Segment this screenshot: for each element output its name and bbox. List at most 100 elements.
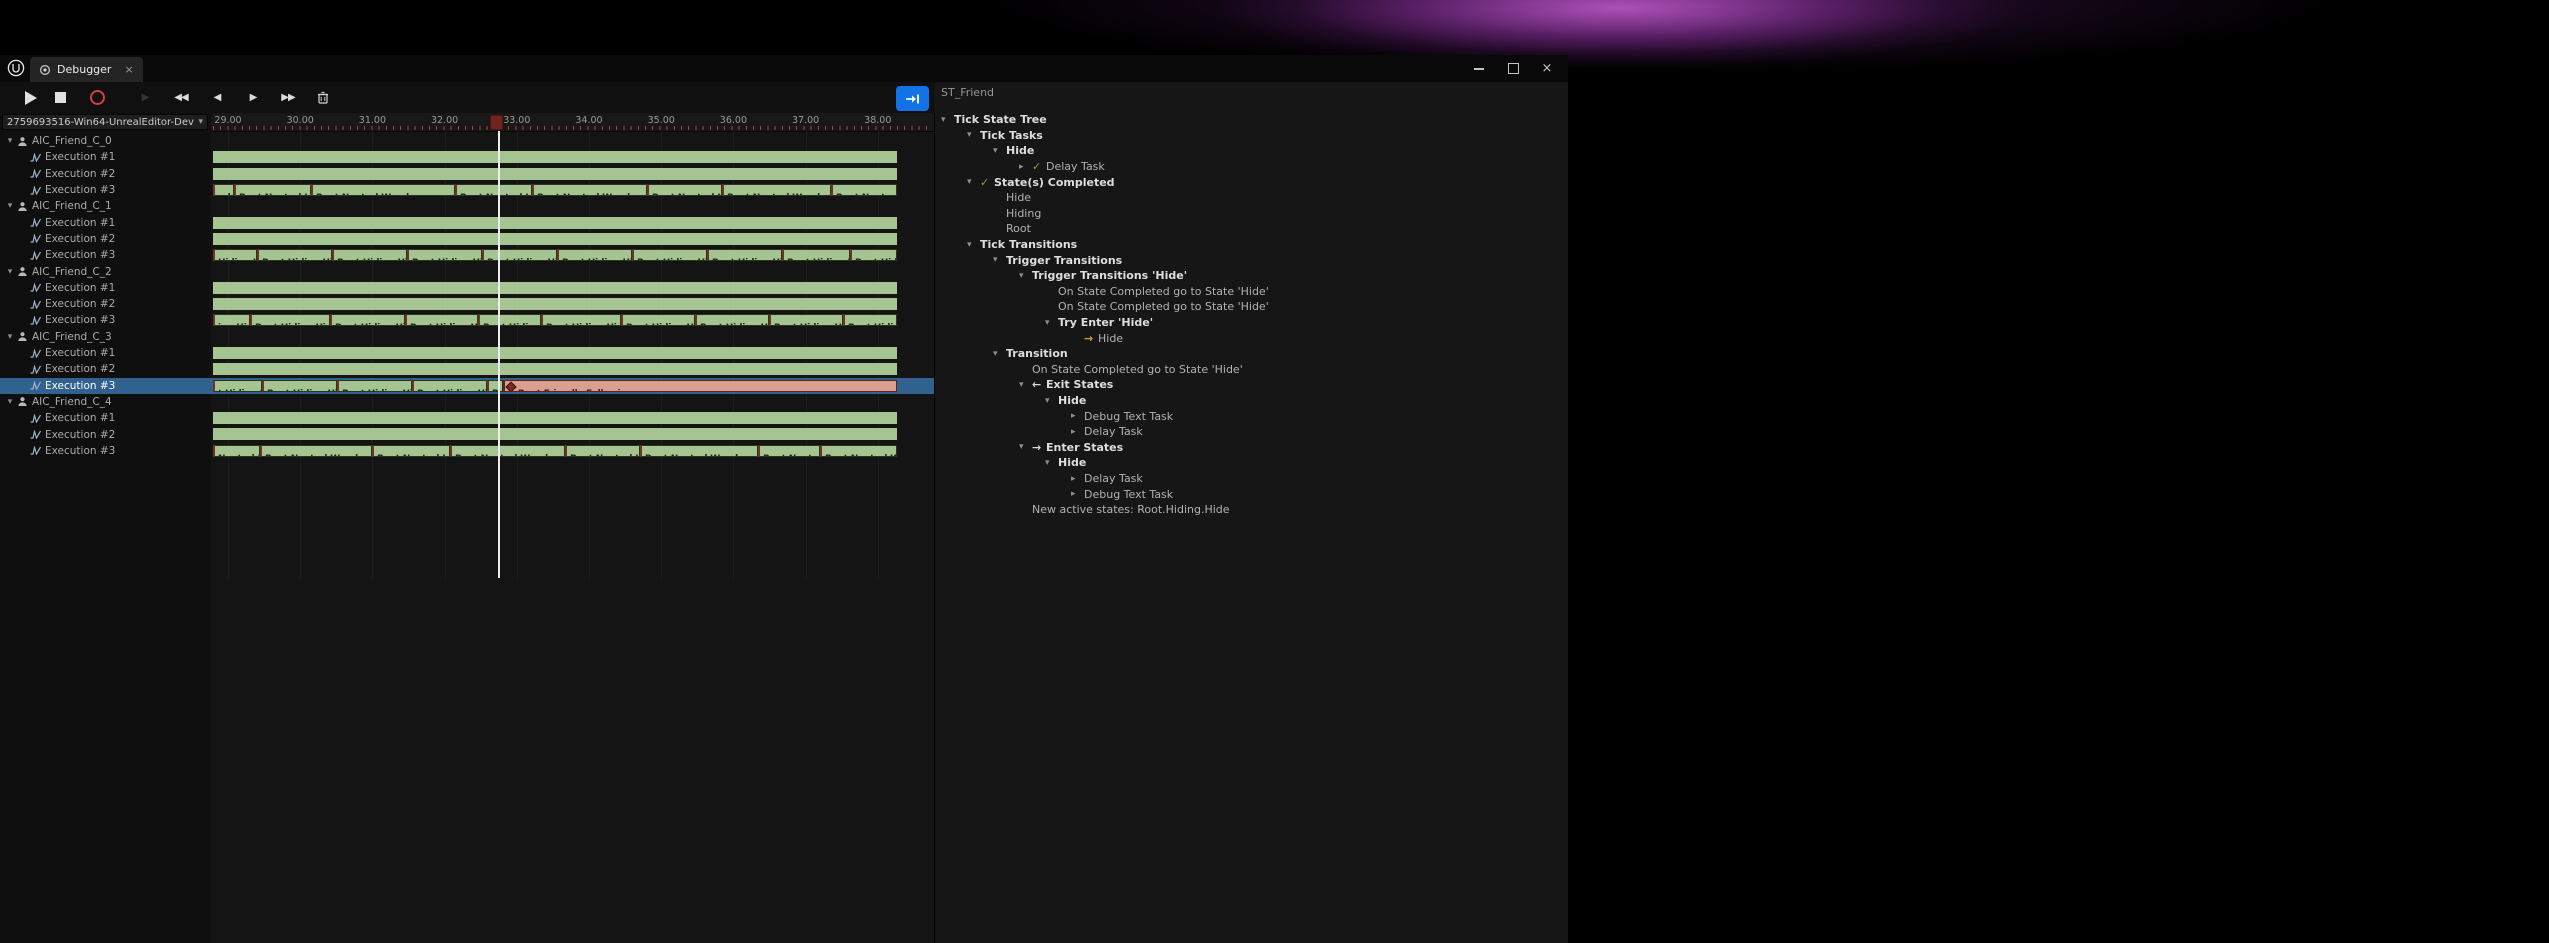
detail-row[interactable]: →Hide [1071,330,1123,346]
execution-row[interactable]: Execution #1 [0,215,211,231]
expander-icon[interactable]: ▸ [1071,427,1084,437]
playhead-handle[interactable] [490,115,503,130]
state-segment[interactable]: Root Hidin [850,249,897,261]
detail-row[interactable]: On State Completed go to State 'Hide' [1045,284,1269,300]
timeline-bar-segments[interactable]: Neutral IdlRoot Neutral WanderRoot Neutr… [213,445,897,457]
instance-row[interactable]: ▾AIC_Friend_C_0 [0,133,211,149]
expander-icon[interactable]: ▾ [941,115,954,125]
execution-row[interactable]: Execution #1 [0,280,211,296]
track-row[interactable] [211,361,934,377]
state-segment[interactable]: Root Neutral Wander [722,184,831,196]
state-segment[interactable]: Hiding Hid [213,249,257,261]
track-row[interactable] [211,231,934,247]
tab-debugger[interactable]: Debugger × [30,57,143,82]
detail-row[interactable]: ▾Trigger Transitions [993,252,1122,268]
track-row[interactable]: ing HidRoot Hiding HideRoot Hiding HidRo… [211,312,934,328]
track-row[interactable]: Neutral IdlRoot Neutral WanderRoot Neutr… [211,443,934,459]
timeline-bar-segments[interactable]: Hiding HidRoot Hiding HidRoot Hiding Hid… [213,249,897,261]
timeline-bar-segments[interactable]: t Hiding HidRoot Hiding HidRoot Hiding H… [213,380,897,392]
expander-icon[interactable]: ▾ [1019,380,1032,390]
state-segment[interactable]: Root Neutral Idl [234,184,311,196]
expander-icon[interactable]: ▾ [993,349,1006,359]
stop-button[interactable] [45,84,75,111]
record-button[interactable] [82,84,112,111]
expander-icon[interactable]: ▾ [1019,271,1032,281]
instance-row[interactable]: ▾AIC_Friend_C_4 [0,394,211,410]
expander-icon[interactable]: ▾ [993,255,1006,265]
execution-row[interactable]: Execution #2 [0,231,211,247]
state-segment[interactable]: Root Neutral Idl [565,445,640,457]
detail-row[interactable]: Hiding [993,206,1041,222]
state-segment[interactable]: Root Neutral Wander [532,184,647,196]
detail-row[interactable]: On State Completed go to State 'Hide' [1045,299,1269,315]
state-segment[interactable]: Root Hiding Hid [707,249,782,261]
state-segment[interactable]: Root Hiding Hid [412,380,487,392]
detail-row[interactable]: ▾Hide [1045,455,1086,471]
execution-row[interactable]: Execution #1 [0,345,211,361]
execution-row[interactable]: Execution #3 [0,378,211,394]
track-row[interactable]: t Hiding HidRoot Hiding HidRoot Hiding H… [211,378,934,394]
detail-row[interactable]: ▸Debug Text Task [1071,486,1173,502]
step-back-button[interactable]: ◀ [202,84,232,111]
timeline-bar[interactable] [213,151,897,163]
expander-icon[interactable]: ▾ [4,267,16,277]
state-segment[interactable]: Roo [487,380,503,392]
close-button[interactable]: × [1530,55,1564,82]
execution-row[interactable]: Execution #2 [0,166,211,182]
expander-icon[interactable]: ▾ [1045,396,1058,406]
state-segment[interactable]: Root Neutral Idl [758,445,820,457]
expander-icon[interactable]: ▾ [1019,442,1032,452]
execution-row[interactable]: Execution #3 [0,247,211,263]
track-row[interactable]: nderRoot Neutral IdlRoot Neutral WanderR… [211,182,934,198]
session-selector[interactable]: 2759693516-Win64-UnrealEditor-Dev ▾ [2,114,208,130]
state-segment[interactable]: Root Neutral Id [831,184,897,196]
timeline-bar[interactable] [213,347,897,359]
track-row[interactable] [211,215,934,231]
state-segment[interactable]: Root Neutral Wa [820,445,897,457]
playhead-line[interactable] [498,131,500,578]
detail-row[interactable]: ▾→Enter States [1019,440,1123,456]
detail-row[interactable]: ▸Delay Task [1071,424,1143,440]
state-segment[interactable]: ing Hid [213,314,250,326]
track-row[interactable] [211,263,934,279]
detail-row[interactable]: ▾Try Enter 'Hide' [1045,315,1153,331]
state-segment[interactable]: Root Hiding [843,314,897,326]
state-segment[interactable]: Root Hiding Hid [695,314,769,326]
detail-row[interactable]: Hide [993,190,1031,206]
track-row[interactable]: Hiding HidRoot Hiding HidRoot Hiding Hid… [211,247,934,263]
timeline-bar[interactable] [213,298,897,310]
execution-row[interactable]: Execution #3 [0,312,211,328]
execution-row[interactable]: Execution #2 [0,361,211,377]
track-row[interactable] [211,133,934,149]
execution-row[interactable]: Execution #1 [0,410,211,426]
state-segment[interactable]: Root Hiding Hid [330,314,405,326]
state-segment[interactable]: Root Neutral Wander [450,445,565,457]
minimize-button[interactable] [1462,55,1496,82]
state-segment[interactable]: Root Neutral Idl [455,184,532,196]
track-row[interactable] [211,296,934,312]
expander-icon[interactable]: ▾ [1045,318,1058,328]
timeline-bar[interactable] [213,412,897,424]
state-segment[interactable]: Root Hiding Hid [337,380,412,392]
state-segment[interactable]: Root Neutral Wander [311,184,455,196]
detail-row[interactable]: ▾←Exit States [1019,377,1113,393]
state-segment[interactable]: Root Hiding Hid [332,249,407,261]
expander-icon[interactable]: ▸ [1071,489,1084,499]
detail-row[interactable]: Root [993,221,1031,237]
detail-row[interactable]: ▾Hide [1045,393,1086,409]
state-segment[interactable]: Root Hiding H [478,314,541,326]
maximize-button[interactable] [1496,55,1530,82]
detail-row[interactable]: ▾Transition [993,346,1068,362]
expander-icon[interactable]: ▾ [993,146,1006,156]
expander-icon[interactable]: ▾ [4,136,16,146]
track-row[interactable] [211,280,934,296]
track-row[interactable] [211,198,934,214]
state-segment[interactable]: Root Neutral Idl [647,184,722,196]
instance-row[interactable]: ▾AIC_Friend_C_3 [0,329,211,345]
state-segment[interactable]: Root Hiding Hid [407,249,482,261]
instance-row[interactable]: ▾AIC_Friend_C_2 [0,263,211,279]
track-row[interactable] [211,166,934,182]
track-row[interactable] [211,394,934,410]
detail-row[interactable]: ▾Tick Tasks [967,128,1043,144]
unreal-engine-logo-icon[interactable] [7,59,25,77]
